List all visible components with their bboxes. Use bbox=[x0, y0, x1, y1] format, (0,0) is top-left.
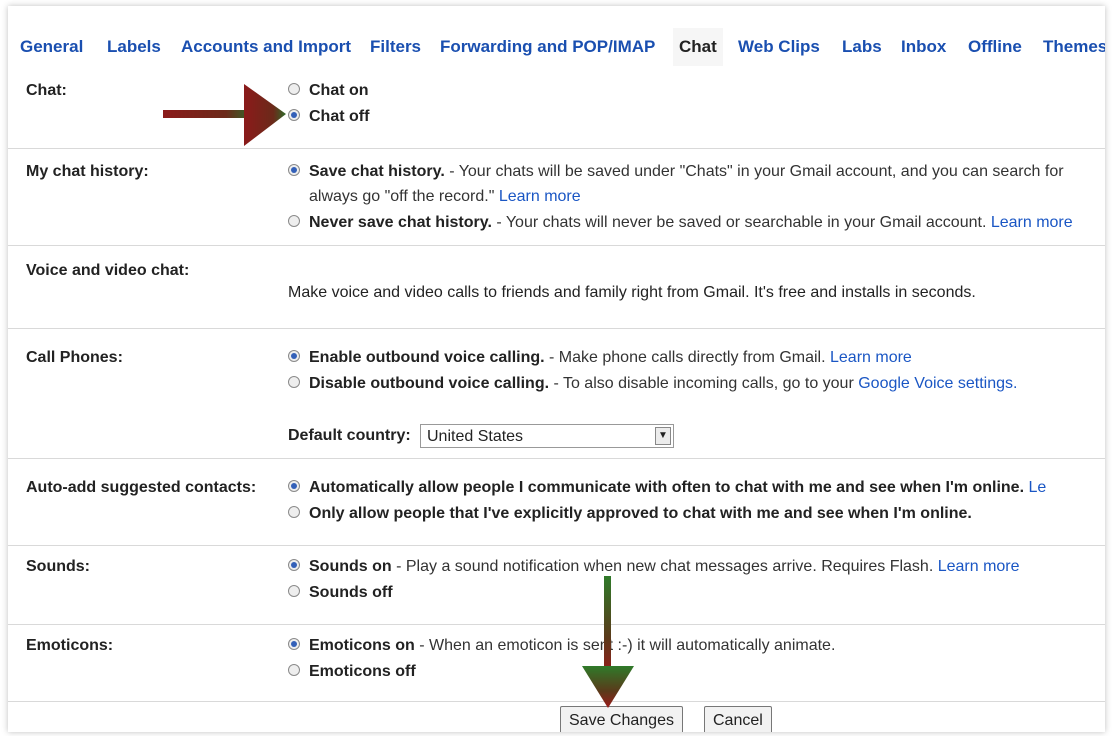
voice-video-row: Voice and video chat: Make voice and vid… bbox=[8, 246, 1105, 329]
voice-video-desc: Make voice and video calls to friends an… bbox=[288, 284, 976, 301]
chat-history-label: My chat history: bbox=[26, 163, 149, 180]
disable-outbound-option[interactable]: Disable outbound voice calling. - To als… bbox=[288, 375, 1017, 393]
chat-history-row: My chat history: Save chat history. - Yo… bbox=[8, 149, 1105, 246]
never-save-bold: Never save chat history. bbox=[309, 214, 492, 231]
emoticons-on-bold: Emoticons on bbox=[309, 637, 415, 654]
sounds-label: Sounds: bbox=[26, 558, 90, 575]
chat-on-option[interactable]: Chat on bbox=[288, 82, 369, 100]
sounds-off-radio[interactable] bbox=[288, 584, 300, 597]
emoticons-on-radio[interactable] bbox=[288, 637, 300, 650]
sounds-on-radio[interactable] bbox=[288, 558, 300, 571]
chat-off-text: Chat off bbox=[309, 108, 370, 125]
enable-outbound-radio[interactable] bbox=[288, 349, 300, 362]
default-country-select[interactable]: United States ▼ bbox=[420, 424, 674, 448]
never-save-learn-more-link[interactable]: Learn more bbox=[991, 214, 1073, 231]
cancel-button[interactable]: Cancel bbox=[704, 706, 772, 732]
only-approved-option[interactable]: Only allow people that I've explicitly a… bbox=[288, 505, 972, 523]
emoticons-on-option[interactable]: Emoticons on - When an emoticon is sent … bbox=[288, 637, 835, 655]
emoticons-on-desc: - When an emoticon is sent :-) it will a… bbox=[414, 637, 836, 654]
chevron-down-icon[interactable]: ▼ bbox=[655, 427, 671, 445]
default-country-label: Default country: bbox=[288, 427, 411, 445]
call-phones-label: Call Phones: bbox=[26, 349, 123, 366]
enable-outbound-bold: Enable outbound voice calling. bbox=[309, 349, 545, 366]
save-history-desc: - Your chats will be saved under "Chats"… bbox=[444, 163, 1064, 180]
never-save-history-radio[interactable] bbox=[288, 214, 300, 227]
auto-allow-learn-more-link[interactable]: Le bbox=[1024, 479, 1046, 496]
sounds-off-option[interactable]: Sounds off bbox=[288, 584, 393, 602]
tab-general[interactable]: General bbox=[20, 28, 83, 66]
sounds-off-text: Sounds off bbox=[309, 584, 393, 601]
tab-chat[interactable]: Chat bbox=[673, 28, 723, 66]
default-country-label-text: Default country: bbox=[288, 427, 411, 444]
chat-on-text: Chat on bbox=[309, 82, 369, 99]
save-changes-button[interactable]: Save Changes bbox=[560, 706, 683, 732]
auto-add-label: Auto-add suggested contacts: bbox=[26, 479, 257, 496]
chat-on-radio[interactable] bbox=[288, 82, 300, 95]
tab-inbox[interactable]: Inbox bbox=[901, 28, 946, 66]
call-phones-row: Call Phones: Enable outbound voice calli… bbox=[8, 329, 1105, 459]
chat-off-option[interactable]: Chat off bbox=[288, 108, 369, 126]
emoticons-off-radio[interactable] bbox=[288, 663, 300, 676]
enable-outbound-option[interactable]: Enable outbound voice calling. - Make ph… bbox=[288, 349, 912, 367]
emoticons-row: Emoticons: Emoticons on - When an emotic… bbox=[8, 625, 1105, 702]
tab-themes[interactable]: Themes bbox=[1043, 28, 1105, 66]
chat-row: Chat: Chat on Chat off bbox=[8, 66, 1105, 149]
emoticons-off-text: Emoticons off bbox=[309, 663, 416, 680]
disable-outbound-bold: Disable outbound voice calling. bbox=[309, 375, 550, 392]
emoticons-off-option[interactable]: Emoticons off bbox=[288, 663, 416, 681]
auto-allow-radio[interactable] bbox=[288, 479, 300, 492]
enable-outbound-desc: - Make phone calls directly from Gmail. bbox=[544, 349, 830, 366]
tab-offline[interactable]: Offline bbox=[968, 28, 1022, 66]
google-voice-settings-link[interactable]: Google Voice settings. bbox=[858, 375, 1017, 392]
save-history-desc-line2: always go "off the record." Learn more bbox=[309, 188, 581, 206]
sounds-on-option[interactable]: Sounds on - Play a sound notification wh… bbox=[288, 558, 1020, 576]
emoticons-label: Emoticons: bbox=[26, 637, 114, 654]
default-country-value: United States bbox=[427, 428, 524, 445]
tab-web-clips[interactable]: Web Clips bbox=[738, 28, 820, 66]
tab-labs[interactable]: Labs bbox=[842, 28, 882, 66]
tab-filters[interactable]: Filters bbox=[370, 28, 421, 66]
sounds-on-bold: Sounds on bbox=[309, 558, 392, 575]
disable-outbound-desc: - To also disable incoming calls, go to … bbox=[549, 375, 859, 392]
only-approved-bold: Only allow people that I've explicitly a… bbox=[309, 505, 972, 522]
save-history-radio[interactable] bbox=[288, 163, 300, 176]
auto-allow-bold: Automatically allow people I communicate… bbox=[309, 479, 1025, 496]
sounds-on-desc: - Play a sound notification when new cha… bbox=[391, 558, 938, 575]
settings-panel: General Labels Accounts and Import Filte… bbox=[8, 6, 1105, 732]
sounds-learn-more-link[interactable]: Learn more bbox=[938, 558, 1020, 575]
tab-labels[interactable]: Labels bbox=[107, 28, 161, 66]
history-learn-more-link[interactable]: Learn more bbox=[499, 188, 581, 205]
off-record-text: always go "off the record." bbox=[309, 188, 499, 205]
auto-allow-option[interactable]: Automatically allow people I communicate… bbox=[288, 479, 1046, 497]
never-save-desc: - Your chats will never be saved or sear… bbox=[491, 214, 991, 231]
tab-accounts-and-import[interactable]: Accounts and Import bbox=[181, 28, 351, 66]
save-history-option[interactable]: Save chat history. - Your chats will be … bbox=[288, 163, 1064, 181]
voice-video-label: Voice and video chat: bbox=[26, 262, 190, 279]
disable-outbound-radio[interactable] bbox=[288, 375, 300, 388]
auto-add-row: Auto-add suggested contacts: Automatical… bbox=[8, 459, 1105, 546]
never-save-history-option[interactable]: Never save chat history. - Your chats wi… bbox=[288, 214, 1073, 232]
chat-label: Chat: bbox=[26, 82, 67, 99]
tab-forwarding-pop-imap[interactable]: Forwarding and POP/IMAP bbox=[440, 28, 655, 66]
sounds-row: Sounds: Sounds on - Play a sound notific… bbox=[8, 546, 1105, 625]
only-approved-radio[interactable] bbox=[288, 505, 300, 518]
chat-off-radio[interactable] bbox=[288, 108, 300, 121]
settings-tabs: General Labels Accounts and Import Filte… bbox=[8, 28, 1105, 66]
phones-learn-more-link[interactable]: Learn more bbox=[830, 349, 912, 366]
save-history-bold: Save chat history. bbox=[309, 163, 445, 180]
